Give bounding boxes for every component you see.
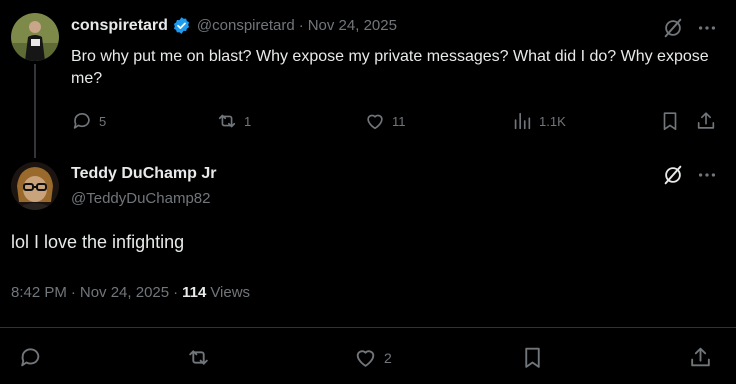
bookmark-button[interactable] bbox=[520, 345, 545, 370]
reply-button[interactable] bbox=[18, 345, 43, 370]
grok-icon[interactable] bbox=[662, 17, 684, 39]
like-icon bbox=[353, 345, 378, 370]
repost-icon bbox=[186, 345, 211, 370]
bookmark-button[interactable] bbox=[659, 110, 681, 132]
parent-post-actions: 5 1 11 1.1K bbox=[71, 110, 721, 134]
bookmark-icon bbox=[520, 345, 545, 370]
post-metadata: 8:42 PM · Nov 24, 2025 · 114 Views bbox=[11, 284, 250, 301]
avatar-conspiretard[interactable] bbox=[11, 13, 59, 61]
more-icon[interactable] bbox=[696, 17, 718, 39]
main-post-text: lol I love the infighting bbox=[11, 232, 185, 252]
like-button[interactable]: 2 bbox=[353, 345, 392, 370]
more-icon[interactable] bbox=[696, 164, 718, 186]
bookmark-icon bbox=[659, 110, 681, 132]
reply-icon bbox=[18, 345, 43, 370]
repost-icon bbox=[216, 110, 238, 132]
display-name[interactable]: Teddy DuChamp Jr bbox=[71, 165, 217, 183]
avatar-teddyduchamp[interactable] bbox=[11, 162, 59, 210]
handle[interactable]: @conspiretard bbox=[197, 17, 295, 34]
like-icon bbox=[364, 110, 386, 132]
repost-button[interactable]: 1 bbox=[216, 110, 251, 132]
verified-badge-icon bbox=[172, 16, 191, 35]
parent-post-text: Bro why put me on blast? Why expose my p… bbox=[71, 48, 709, 87]
handle[interactable]: @TeddyDuChamp82 bbox=[71, 190, 210, 207]
like-button[interactable]: 11 bbox=[364, 110, 406, 132]
display-name[interactable]: conspiretard bbox=[71, 17, 168, 35]
separator: · bbox=[298, 17, 304, 34]
separator: · bbox=[70, 284, 76, 301]
share-button[interactable] bbox=[695, 110, 717, 132]
grok-icon[interactable] bbox=[662, 164, 684, 186]
reply-button[interactable]: 5 bbox=[71, 110, 106, 132]
views-button[interactable]: 1.1K bbox=[511, 110, 566, 132]
share-button[interactable] bbox=[688, 345, 713, 370]
post-time[interactable]: 8:42 PM bbox=[11, 284, 67, 301]
views-count[interactable]: 114 bbox=[182, 284, 206, 301]
views-label: Views bbox=[210, 284, 251, 301]
like-count: 11 bbox=[392, 113, 406, 129]
post-date[interactable]: Nov 24, 2025 bbox=[308, 17, 397, 34]
views-icon bbox=[511, 110, 533, 132]
thread-line bbox=[34, 64, 36, 158]
views-count: 1.1K bbox=[539, 113, 566, 129]
reply-icon bbox=[71, 110, 93, 132]
share-icon bbox=[695, 110, 717, 132]
like-count: 2 bbox=[384, 349, 392, 366]
share-icon bbox=[688, 345, 713, 370]
reply-count: 5 bbox=[99, 113, 107, 129]
separator: · bbox=[173, 284, 179, 301]
repost-button[interactable] bbox=[186, 345, 211, 370]
divider bbox=[0, 327, 736, 328]
post-date[interactable]: Nov 24, 2025 bbox=[80, 284, 169, 301]
repost-count: 1 bbox=[244, 113, 252, 129]
main-post-actions: 2 bbox=[0, 345, 736, 371]
parent-post-header: conspiretard @conspiretard · Nov 24, 202… bbox=[71, 16, 397, 35]
